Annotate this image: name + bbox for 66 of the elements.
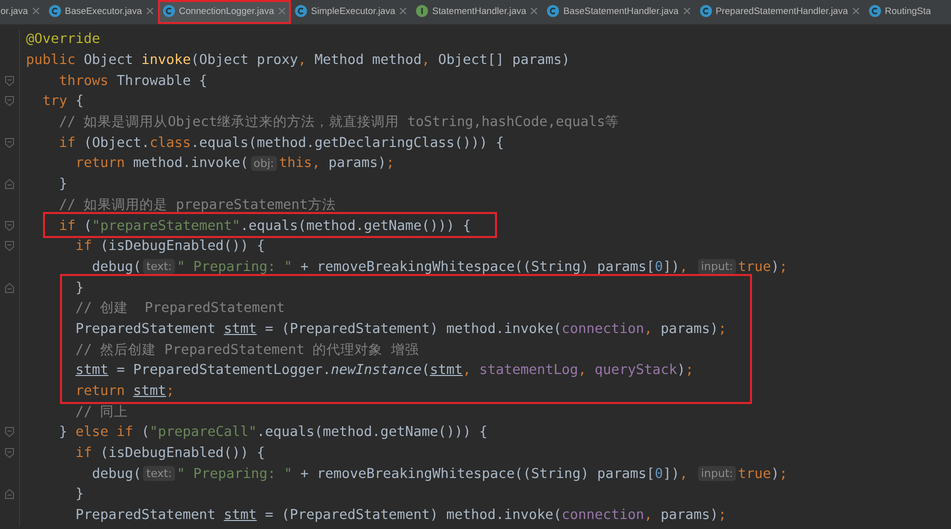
editor-tab[interactable]: RoutingSta [864,0,931,24]
editor-tab[interactable]: ConnectionLogger.java [158,0,291,24]
code-text: return method.invoke( [75,155,249,172]
code-comment: // 然后创建 PreparedStatement 的代理对象 增强 [75,340,419,359]
code-line: try { [42,93,84,110]
code-line: PreparedStatement stmt = (PreparedStatement) method.invoke(connection, params); [75,320,726,337]
code-line: PreparedStatement stmt = (PreparedStatement) method.invoke(connection, params); [75,507,726,524]
code-line: } [58,176,68,192]
fold-icon[interactable] [5,179,14,190]
parameter-hint: obj: [250,156,277,171]
code-comment: // 同上 [75,402,128,421]
editor-tab[interactable]: PreparedStatementHandler.java [695,0,864,24]
fold-icon[interactable] [5,448,14,458]
code-text: " Preparing: " + removeBreakingWhitespace((String) params[0]), [176,258,689,275]
code-line: stmt = PreparedStatementLogger.newInstance(stmt, statementLog, queryStack); [75,362,694,378]
code-text: true); [738,258,788,275]
close-icon[interactable] [852,7,860,15]
class-icon [162,5,175,17]
close-icon[interactable] [32,7,40,15]
close-icon[interactable] [682,7,691,15]
editor-tab[interactable]: BaseExecutor.java [44,0,158,24]
code-text: debug( [92,258,142,275]
fold-icon[interactable] [5,220,14,231]
close-icon[interactable] [278,7,286,15]
editor-tab[interactable]: StatementHandler.java [412,0,543,24]
code-comment: // 如果是调用从Object继承过来的方法，就直接调用 toString,hashCode,equals等 [58,113,620,132]
code-line: } else if ("prepareCall".equals(method.getName())) { [58,424,488,440]
parameter-hint: input: [698,466,736,482]
class-icon [700,5,712,17]
parameter-hint: input: [698,259,736,274]
fold-icon[interactable] [5,96,14,106]
code-line: @Override [26,31,100,48]
editor-tab[interactable]: SimpleExecutor.java [290,0,412,24]
interface-icon [416,5,428,17]
code-line: } [75,280,84,296]
code-line: if (isDebugEnabled()) { [75,238,265,254]
code-text: debug( [92,466,142,482]
code-text: true); [738,466,788,482]
code-line: throws Throwable { [58,72,208,89]
code-line: if (isDebugEnabled()) { [75,445,265,462]
class-icon [295,5,308,17]
editor-tab[interactable]: or.java [0,0,44,24]
close-icon[interactable] [146,7,154,15]
fold-icon[interactable] [5,489,14,500]
fold-icon[interactable] [5,76,14,86]
fold-icon[interactable] [5,427,14,438]
class-icon [868,5,881,17]
code-comment: // 如果调用的是 prepareStatement方法 [58,196,336,214]
editor-tab[interactable]: BaseStatementHandler.java [542,0,696,24]
parameter-hint: text: [143,259,175,274]
code-line: public Object invoke(Object proxy, Method method, Object[] params) [26,52,570,68]
code-text: " Preparing: " + removeBreakingWhitespace((String) params[0]), [176,466,689,482]
fold-icon[interactable] [5,241,14,252]
close-icon[interactable] [399,7,408,15]
code-line: if ("prepareStatement".equals(method.getName())) { [58,218,472,234]
code-line: if (Object.class.equals(method.getDeclaringClass())) { [58,134,504,151]
class-icon [48,5,61,17]
code-line: } [75,486,84,502]
fold-icon[interactable] [5,282,14,293]
parameter-hint: text: [143,466,175,482]
code-comment: // 创建 PreparedStatement [75,299,285,318]
code-text: this, params); [279,155,394,172]
class-icon [547,5,560,17]
code-line: return stmt; [75,383,174,400]
fold-icon[interactable] [5,138,14,148]
close-icon[interactable] [530,7,538,15]
